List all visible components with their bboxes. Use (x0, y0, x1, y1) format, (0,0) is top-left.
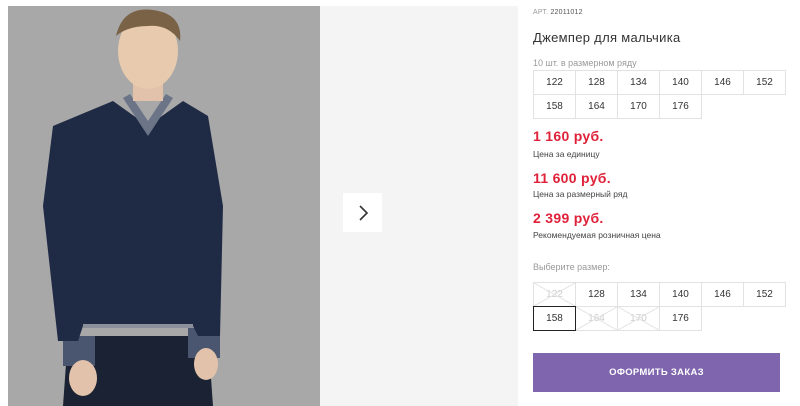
pack-size-cell: 158 (533, 94, 576, 119)
product-photo[interactable] (8, 6, 320, 406)
unit-price-label: Цена за единицу (533, 149, 600, 159)
pack-price-label: Цена за размерный ряд (533, 189, 628, 199)
product-title: Джемпер для мальчика (533, 30, 681, 45)
unit-price: 1 160 руб. (533, 128, 604, 144)
size-option-label: 176 (672, 313, 689, 324)
size-option-134[interactable]: 134 (617, 282, 660, 307)
size-option-label: 134 (630, 289, 647, 300)
size-option-152[interactable]: 152 (743, 282, 786, 307)
size-option-140[interactable]: 140 (659, 282, 702, 307)
size-option-158[interactable]: 158 (533, 306, 576, 331)
pack-price: 11 600 руб. (533, 170, 611, 186)
unavailable-cross-icon (534, 283, 575, 306)
size-option-176[interactable]: 176 (659, 306, 702, 331)
unavailable-cross-icon (618, 307, 659, 330)
size-option-170: 170 (617, 306, 660, 331)
article-value: 22011012 (550, 9, 583, 16)
size-option-146[interactable]: 146 (701, 282, 744, 307)
pack-size-cell: 152 (743, 70, 786, 95)
size-option-label: 140 (672, 289, 689, 300)
product-gallery (0, 0, 518, 406)
unavailable-cross-icon (576, 307, 617, 330)
size-option-label: 146 (714, 289, 731, 300)
pack-size-cell: 122 (533, 70, 576, 95)
pack-size-cell: 146 (701, 70, 744, 95)
pack-size-cell: 140 (659, 70, 702, 95)
pack-size-cell: 176 (659, 94, 702, 119)
retail-price: 2 399 руб. (533, 210, 604, 226)
size-option-128[interactable]: 128 (575, 282, 618, 307)
product-details: АРТ. 22011012 Джемпер для мальчика 10 шт… (533, 0, 786, 406)
size-option-122: 122 (533, 282, 576, 307)
size-option-164: 164 (575, 306, 618, 331)
order-button[interactable]: ОФОРМИТЬ ЗАКАЗ (533, 353, 780, 392)
pack-size-cell: 170 (617, 94, 660, 119)
pack-label: 10 шт. в размерном ряду (533, 58, 637, 68)
size-option-label: 158 (546, 313, 563, 324)
retail-price-label: Рекомендуемая розничная цена (533, 230, 661, 240)
article-number: АРТ. 22011012 (533, 9, 583, 16)
pack-size-cell: 164 (575, 94, 618, 119)
size-option-label: 152 (756, 289, 773, 300)
article-label: АРТ. (533, 9, 549, 16)
chevron-right-icon (358, 204, 368, 221)
choose-size-label: Выберите размер: (533, 262, 610, 272)
next-photo-button[interactable] (343, 193, 382, 232)
size-selector-grid: 122 128 134 140 146 152 158 164170 176 (533, 282, 786, 331)
pack-size-cell: 134 (617, 70, 660, 95)
boy-in-sweater-image (8, 6, 320, 406)
pack-size-cell: 128 (575, 70, 618, 95)
size-option-label: 128 (588, 289, 605, 300)
pack-size-grid: 122 128 134 140 146 152 158 164 170 176 (533, 70, 786, 119)
